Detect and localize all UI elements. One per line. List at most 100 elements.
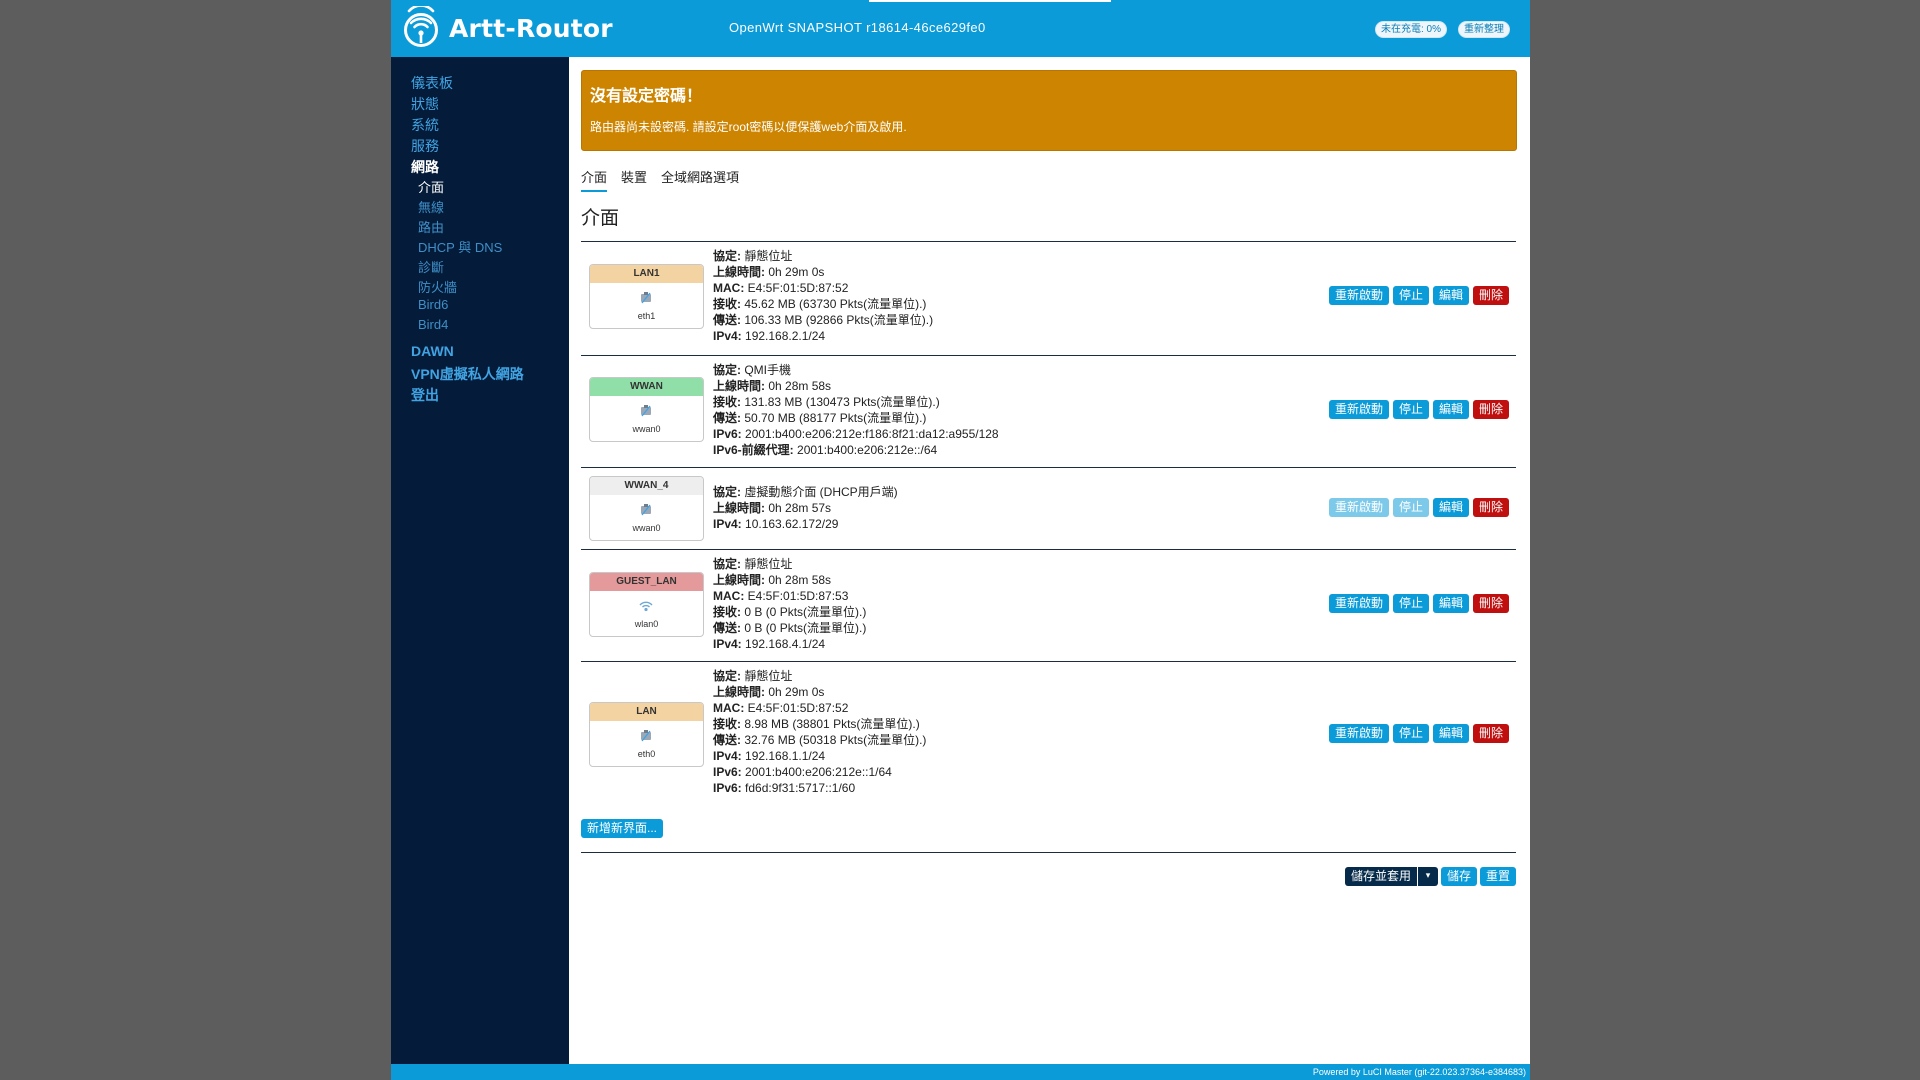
sidebar-sub-wireless[interactable]: 無線 [418,197,444,216]
interface-badge[interactable]: WWAN_4 wwan0 [589,476,704,541]
sidebar-sub-firewall[interactable]: 防火牆 [418,277,457,296]
edit-button[interactable]: 編輯 [1432,724,1469,743]
detail-line: MAC: E4:5F:01:5D:87:52 [713,281,849,295]
save-apply-split: 儲存並套用 ▾ [1344,867,1438,886]
delete-button[interactable]: 刪除 [1472,400,1509,419]
interface-badge[interactable]: LAN eth0 [589,702,704,767]
ethernet-port-icon [641,730,651,742]
detail-line: IPv4: 192.168.1.1/24 [713,749,826,763]
detail-line: 協定: 虛擬動態介面 (DHCP用戶端) [713,485,898,499]
delete-button[interactable]: 刪除 [1472,594,1509,613]
detail-line: IPv6-前綴代理: 2001:b400:e206:212e::/64 [713,443,938,457]
interface-row-wwan4: WWAN_4 wwan0 協定: 虛擬動態介面 (DHCP用戶端) 上線時間: … [581,468,1516,549]
row-actions: 重新啟動 停止 編輯 刪除 [1328,724,1509,743]
row-actions: 重新啟動 停止 編輯 刪除 [1328,400,1509,419]
interface-badge[interactable]: WWAN wwan0 [589,377,704,442]
sidebar-item-vpn[interactable]: VPN虛擬私人網路 [411,364,524,384]
sidebar-item-services[interactable]: 服務 [411,136,439,156]
detail-line: MAC: E4:5F:01:5D:87:52 [713,701,849,715]
detail-line: 接收: 0 B (0 Pkts(流量單位).) [713,605,867,619]
tab-devices[interactable]: 裝置 [621,167,647,192]
restart-button[interactable]: 重新啟動 [1328,400,1389,419]
sidebar-item-dawn[interactable]: DAWN [411,343,454,359]
sidebar-sub-routes[interactable]: 路由 [418,217,444,236]
stop-button[interactable]: 停止 [1392,400,1429,419]
interface-row-lan: LAN eth0 協定: 靜態位址 上線時間: 0h 29m 0s MAC: E… [581,662,1516,804]
interface-row-wwan: WWAN wwan0 協定: QMI手機 上線時間: 0h 28m 58s 接收… [581,356,1516,470]
detail-line: 協定: 靜態位址 [713,557,793,571]
sidebar-item-status[interactable]: 狀態 [411,94,439,114]
sidebar-item-system[interactable]: 系統 [411,115,439,135]
edit-button[interactable]: 編輯 [1432,286,1469,305]
detail-line: IPv6: 2001:b400:e206:212e::1/64 [713,765,892,779]
interface-name: LAN [590,703,703,721]
detail-line: 協定: 靜態位址 [713,249,793,263]
sidebar-sub-bird4[interactable]: Bird4 [418,317,448,332]
firmware-version: OpenWrt SNAPSHOT r18614-46ce629fe0 [729,20,986,35]
restart-button[interactable]: 重新啟動 [1328,286,1389,305]
refresh-badge[interactable]: 重新整理 [1458,21,1510,38]
stop-button[interactable]: 停止 [1392,286,1429,305]
interface-name: WWAN_4 [590,477,703,495]
detail-line: IPv4: 192.168.4.1/24 [713,637,826,651]
sidebar-sub-diagnostics[interactable]: 診斷 [418,257,444,276]
form-actions: 儲存並套用 ▾ 儲存 重置 [1344,867,1516,886]
tab-bar: 介面 裝置 全域網路選項 [581,167,739,192]
delete-button[interactable]: 刪除 [1472,498,1509,517]
detail-line: 傳送: 0 B (0 Pkts(流量單位).) [713,621,867,635]
restart-button[interactable]: 重新啟動 [1328,594,1389,613]
edit-button[interactable]: 編輯 [1432,498,1469,517]
ethernet-port-icon [641,405,651,417]
detail-line: 上線時間: 0h 28m 57s [713,501,832,515]
detail-line: 傳送: 32.76 MB (50318 Pkts(流量單位).) [713,733,927,747]
interface-device: wwan0 [632,424,661,434]
footer: Powered by LuCI Master (git-22.023.37364… [391,1064,1530,1080]
interface-device: eth0 [637,749,656,759]
detail-line: IPv6: fd6d:9f31:5717::1/60 [713,781,856,795]
delete-button[interactable]: 刪除 [1472,724,1509,743]
footer-credit[interactable]: Powered by LuCI Master (git-22.023.37364… [1313,1067,1526,1077]
row-actions: 重新啟動 停止 編輯 刪除 [1328,498,1509,517]
detail-line: 接收: 8.98 MB (38801 Pkts(流量單位).) [713,717,920,731]
stop-button[interactable]: 停止 [1392,594,1429,613]
sidebar-sub-bird6[interactable]: Bird6 [418,297,448,312]
chevron-down-icon[interactable]: ▾ [1416,867,1438,886]
interface-badge[interactable]: LAN1 eth1 [589,264,704,329]
main-content: 沒有設定密碼！ 路由器尚未設密碼. 請設定root密碼以便保護web介面及啟用.… [569,57,1530,1064]
interface-badge[interactable]: GUEST_LAN wlan0 [589,572,704,637]
interface-device: wwan0 [632,523,661,533]
interface-row-guest-lan: GUEST_LAN wlan0 協定: 靜態位址 上線時間: 0h 28m 58… [581,550,1516,660]
sidebar-sub-dhcp-dns[interactable]: DHCP 與 DNS [418,237,502,256]
add-interface-button[interactable]: 新增新界面... [581,819,664,838]
detail-line: 協定: 靜態位址 [713,669,793,683]
interface-details: 協定: QMI手機 上線時間: 0h 28m 58s 接收: 131.83 MB… [713,362,999,458]
sidebar-item-dashboard[interactable]: 儀表板 [411,73,453,93]
detail-line: 上線時間: 0h 28m 58s [713,573,832,587]
stop-button[interactable]: 停止 [1392,498,1429,517]
reset-button[interactable]: 重置 [1479,867,1516,886]
edit-button[interactable]: 編輯 [1432,400,1469,419]
stop-button[interactable]: 停止 [1392,724,1429,743]
delete-button[interactable]: 刪除 [1472,286,1509,305]
sidebar-item-network[interactable]: 網路 [411,157,439,177]
interface-row-lan1: LAN1 eth1 協定: 靜態位址 上線時間: 0h 29m 0s MAC: … [581,242,1516,355]
restart-button[interactable]: 重新啟動 [1328,498,1389,517]
charge-status-badge[interactable]: 未在充電: 0% [1375,21,1448,38]
sidebar-sub-interfaces[interactable]: 介面 [418,177,444,196]
save-apply-button[interactable]: 儲存並套用 [1344,867,1417,886]
tab-interfaces[interactable]: 介面 [581,167,608,192]
edit-button[interactable]: 編輯 [1432,594,1469,613]
wifi-device-icon [639,601,653,612]
no-password-alert: 沒有設定密碼！ 路由器尚未設密碼. 請設定root密碼以便保護web介面及啟用. [581,70,1517,151]
detail-line: 上線時間: 0h 29m 0s [713,265,825,279]
tab-global-options[interactable]: 全域網路選項 [661,167,739,192]
restart-button[interactable]: 重新啟動 [1328,724,1389,743]
logo[interactable]: Artt-Routor [403,6,613,50]
save-button[interactable]: 儲存 [1440,867,1477,886]
top-indicator [869,0,1111,2]
detail-line: IPv4: 192.168.2.1/24 [713,329,826,343]
sidebar-item-logout[interactable]: 登出 [411,385,439,405]
brand-name: Artt-Routor [449,13,613,43]
alert-title: 沒有設定密碼！ [590,86,703,105]
interface-details: 協定: 靜態位址 上線時間: 0h 29m 0s MAC: E4:5F:01:5… [713,668,926,796]
